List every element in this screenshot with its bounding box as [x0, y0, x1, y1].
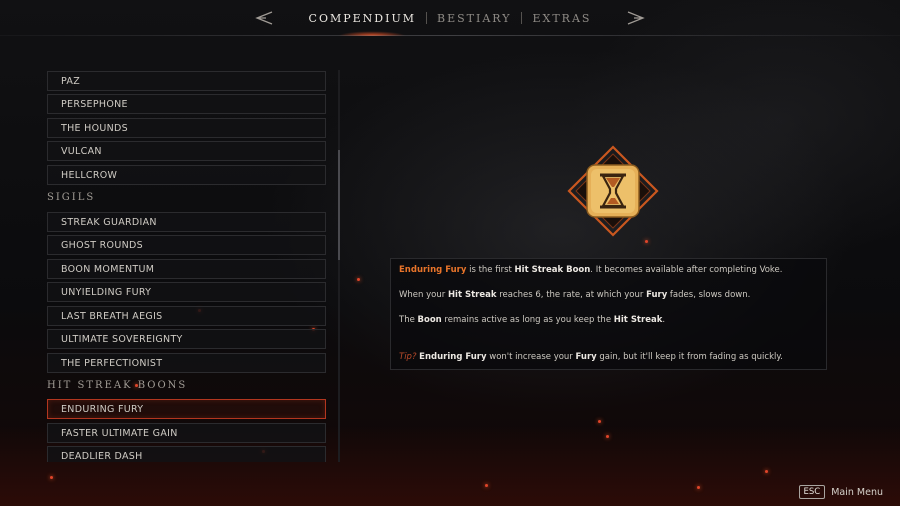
- description-line-2: When your Hit Streak reaches 6, the rate…: [399, 290, 750, 300]
- text: is the first: [466, 265, 515, 275]
- ember: [50, 476, 53, 479]
- description-line-3: The Boon remains active as long as you k…: [399, 315, 665, 325]
- main-menu-button[interactable]: ESC Main Menu: [798, 485, 883, 499]
- tab-bestiary[interactable]: BESTIARY: [427, 12, 521, 25]
- description-tip: Tip? Enduring Fury won't increase your F…: [399, 352, 783, 362]
- text: gain, but it'll keep it from fading as q…: [596, 352, 783, 362]
- ember: [357, 278, 360, 281]
- esc-key-icon: ESC: [798, 485, 826, 499]
- ember: [697, 486, 700, 489]
- list-scrollbar[interactable]: [338, 70, 340, 462]
- text: won't increase your: [486, 352, 576, 362]
- ember: [606, 435, 609, 438]
- text: reaches 6, the rate, at which your: [496, 290, 647, 300]
- list-item[interactable]: VULCAN: [47, 141, 326, 161]
- ember: [765, 470, 768, 473]
- section-heading-sigils: SIGILS: [47, 192, 96, 203]
- keyword: Hit Streak: [613, 315, 663, 325]
- ember: [598, 420, 601, 423]
- list-item[interactable]: ULTIMATE SOVEREIGNTY: [47, 329, 326, 349]
- keyword: Hit Streak: [447, 290, 497, 300]
- keyword: Fury: [646, 290, 668, 300]
- list-item[interactable]: UNYIELDING FURY: [47, 282, 326, 302]
- text: The: [399, 315, 418, 325]
- scroll-thumb[interactable]: [338, 150, 340, 260]
- tip-label: Tip?: [399, 352, 417, 362]
- keyword: Hit Streak Boon: [514, 265, 591, 275]
- list-item[interactable]: GHOST ROUNDS: [47, 235, 326, 255]
- tab-compendium[interactable]: COMPENDIUM: [299, 12, 426, 25]
- list-item[interactable]: DEADLIER DASH: [47, 446, 326, 462]
- text: . It becomes available after completing …: [590, 265, 783, 275]
- list-item[interactable]: FASTER ULTIMATE GAIN: [47, 423, 326, 443]
- list-item[interactable]: HELLCROW: [47, 165, 326, 185]
- list-item[interactable]: STREAK GUARDIAN: [47, 212, 326, 232]
- description-line-1: Enduring Fury is the first Hit Streak Bo…: [399, 265, 783, 275]
- list-item-selected[interactable]: ENDURING FURY: [47, 399, 326, 419]
- list-item[interactable]: THE HOUNDS: [47, 118, 326, 138]
- text: remains active as long as you keep the: [441, 315, 614, 325]
- tab-extras[interactable]: EXTRAS: [522, 12, 601, 25]
- text: fades, slows down.: [667, 290, 751, 300]
- boon-name: Enduring Fury: [399, 265, 467, 275]
- keyword: Boon: [417, 315, 442, 325]
- keyword: Enduring Fury: [419, 352, 487, 362]
- list-item[interactable]: PERSEPHONE: [47, 94, 326, 114]
- list-item[interactable]: LAST BREATH AEGIS: [47, 306, 326, 326]
- list-item[interactable]: PAZ: [47, 71, 326, 91]
- list-item[interactable]: BOON MOMENTUM: [47, 259, 326, 279]
- ember: [645, 240, 648, 243]
- text: When your: [399, 290, 448, 300]
- main-menu-label: Main Menu: [831, 486, 883, 498]
- section-heading-hit-streak-boons: HIT STREAK BOONS: [47, 380, 188, 391]
- text: .: [662, 315, 666, 325]
- compendium-list[interactable]: PAZ PERSEPHONE THE HOUNDS VULCAN HELLCRO…: [47, 70, 328, 462]
- description-panel: Enduring Fury is the first Hit Streak Bo…: [390, 258, 827, 370]
- hourglass-icon: [567, 145, 659, 237]
- top-navigation: COMPENDIUM BESTIARY EXTRAS: [0, 0, 900, 36]
- keyword: Fury: [575, 352, 597, 362]
- ember: [485, 484, 488, 487]
- list-item[interactable]: THE PERFECTIONIST: [47, 353, 326, 373]
- nav-prev-icon[interactable]: [253, 10, 275, 26]
- nav-next-icon[interactable]: [625, 10, 647, 26]
